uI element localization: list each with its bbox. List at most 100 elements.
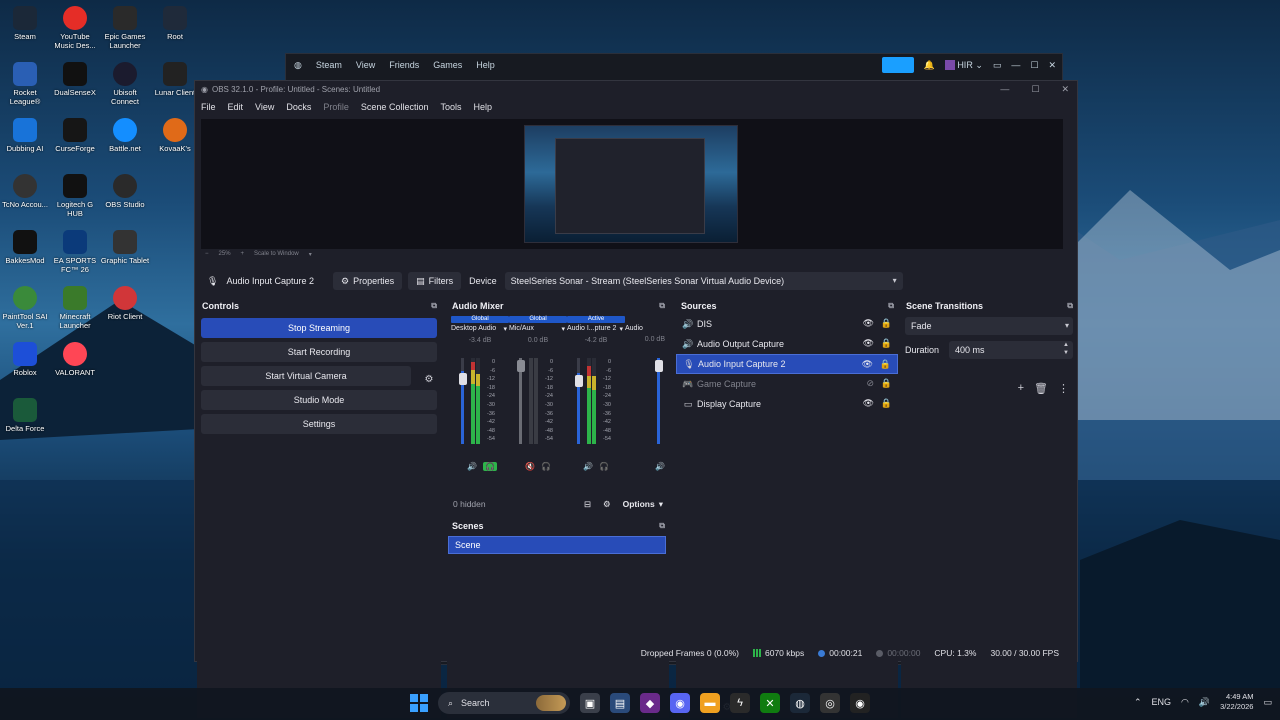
more-options-icon[interactable]: ⋮ bbox=[1058, 382, 1069, 395]
add-icon[interactable]: + bbox=[1018, 382, 1024, 395]
speaker-icon[interactable]: 🔊 bbox=[467, 462, 477, 471]
studio-mode-button[interactable]: Studio Mode bbox=[201, 390, 437, 410]
device-select[interactable]: SteelSeries Sonar - Stream (SteelSeries … bbox=[504, 272, 903, 290]
desktop-icon-dualsensex[interactable]: DualSenseX bbox=[50, 62, 100, 118]
close-icon[interactable]: ✕ bbox=[1061, 84, 1069, 95]
start-virtual-camera-button[interactable]: Start Virtual Camera bbox=[201, 366, 411, 386]
eye-icon[interactable]: 👁 bbox=[863, 398, 874, 409]
app-icon[interactable]: ◆ bbox=[640, 693, 660, 713]
filters-button[interactable]: ▤ Filters bbox=[408, 272, 462, 290]
channel-name[interactable]: Desktop Audio ▾ bbox=[451, 325, 509, 333]
menu-help[interactable]: Help bbox=[473, 102, 492, 112]
source-item-display-capture[interactable]: ▭ Display Capture 👁 🔒 bbox=[676, 394, 898, 414]
desktop-icon-rocket-league[interactable]: Rocket League® bbox=[0, 62, 50, 118]
eye-icon[interactable]: 👁 bbox=[862, 359, 873, 370]
desktop-icon-steam[interactable]: Steam bbox=[0, 6, 50, 62]
desktop-icon-curseforge[interactable]: CurseForge bbox=[50, 118, 100, 174]
source-item-game-capture[interactable]: 🎮 Game Capture ⊘ 🔒 bbox=[676, 374, 898, 394]
bell-icon[interactable]: 🔔 bbox=[924, 60, 935, 71]
chevron-down-icon[interactable]: ▾ bbox=[309, 251, 312, 258]
desktop-icon-obs-studio[interactable]: OBS Studio bbox=[100, 174, 150, 230]
options-button[interactable]: Options bbox=[623, 499, 655, 509]
minimize-icon[interactable]: — bbox=[1011, 60, 1020, 70]
notification-icon[interactable]: ▭ bbox=[1263, 697, 1272, 708]
eye-hidden-icon[interactable]: ⊘ bbox=[866, 378, 874, 389]
scene-item[interactable]: Scene bbox=[448, 536, 666, 554]
desktop-icon-root[interactable]: Root bbox=[150, 6, 200, 62]
source-item-audio-input-capture-2[interactable]: 🎙 Audio Input Capture 2 👁 🔒 bbox=[676, 354, 898, 374]
headphones-icon[interactable]: 🎧 bbox=[482, 462, 497, 471]
speaker-icon[interactable]: 🔊 bbox=[583, 462, 593, 471]
undock-icon[interactable]: ⧉ bbox=[659, 521, 665, 531]
volume-slider[interactable] bbox=[461, 358, 464, 444]
settings-button[interactable]: Settings bbox=[201, 414, 437, 434]
menu-scene-collection[interactable]: Scene Collection bbox=[361, 102, 429, 112]
desktop-icon-dubbing-ai[interactable]: Dubbing AI bbox=[0, 118, 50, 174]
source-item-dis[interactable]: 🔊 DIS 👁 🔒 bbox=[676, 314, 898, 334]
start-recording-button[interactable]: Start Recording bbox=[201, 342, 437, 362]
desktop-icon-painttool-sai[interactable]: PaintTool SAI Ver.1 bbox=[0, 286, 50, 342]
steam-menu-help[interactable]: Help bbox=[476, 60, 495, 70]
volume-knob[interactable] bbox=[517, 360, 525, 372]
desktop-icon-riot-client[interactable]: Riot Client bbox=[100, 286, 150, 342]
channel-name[interactable]: Audio bbox=[625, 325, 665, 332]
menu-docks[interactable]: Docks bbox=[286, 102, 311, 112]
lock-icon[interactable]: 🔒 bbox=[881, 398, 892, 409]
headphones-icon[interactable]: 🎧 bbox=[541, 462, 551, 471]
preview-canvas[interactable] bbox=[201, 119, 1063, 249]
channel-name[interactable]: Mic/Aux ▾ bbox=[509, 325, 567, 333]
lock-icon[interactable]: 🔒 bbox=[881, 338, 892, 349]
channel-name[interactable]: Audio I...pture 2 ▾ bbox=[567, 325, 625, 333]
chevron-up-icon[interactable]: ⌃ bbox=[1134, 697, 1142, 708]
duration-spinbox[interactable]: 400 ms ▲ ▼ bbox=[949, 341, 1073, 359]
clock[interactable]: 4:49 AM 3/22/2026 bbox=[1220, 692, 1253, 712]
volume-knob[interactable] bbox=[575, 375, 583, 387]
minimize-icon[interactable]: — bbox=[1000, 84, 1009, 95]
lock-icon[interactable]: 🔒 bbox=[881, 318, 892, 329]
desktop-icon-valorant[interactable]: VALORANT bbox=[50, 342, 100, 398]
steam-menu-view[interactable]: View bbox=[356, 60, 375, 70]
desktop-icon-logitech-ghub[interactable]: Logitech G HUB bbox=[50, 174, 100, 230]
stop-streaming-button[interactable]: Stop Streaming bbox=[201, 318, 437, 338]
taskbar-search[interactable]: ⌕ Search bbox=[438, 692, 570, 714]
undock-icon[interactable]: ⧉ bbox=[659, 301, 665, 311]
steam-user-menu[interactable]: HIR ⌄ bbox=[944, 60, 983, 71]
desktop-icon-bakkesmod[interactable]: BakkesMod bbox=[0, 230, 50, 286]
desktop-icon-delta-force[interactable]: Delta Force bbox=[0, 398, 50, 454]
lightning-icon[interactable]: ϟ bbox=[730, 693, 750, 713]
obs-icon[interactable]: ◉ bbox=[850, 693, 870, 713]
close-icon[interactable]: ✕ bbox=[1048, 60, 1056, 71]
menu-tools[interactable]: Tools bbox=[440, 102, 461, 112]
file-explorer-icon[interactable]: ▤ bbox=[610, 693, 630, 713]
folder-icon[interactable]: ▬ bbox=[700, 693, 720, 713]
desktop-icon-ea-fc[interactable]: EA SPORTS FC™ 26 bbox=[50, 230, 100, 286]
desktop-icon-epic-games[interactable]: Epic Games Launcher bbox=[100, 6, 150, 62]
lock-icon[interactable]: 🔒 bbox=[881, 378, 892, 389]
monitor-icon[interactable]: ▭ bbox=[993, 60, 1002, 71]
desktop-icon-battle-net[interactable]: Battle.net bbox=[100, 118, 150, 174]
lock-icon[interactable]: 🔒 bbox=[880, 359, 891, 370]
headphones-icon[interactable]: 🎧 bbox=[599, 462, 609, 471]
task-view-icon[interactable]: ▣ bbox=[580, 693, 600, 713]
steam-broadcast-button[interactable] bbox=[881, 57, 914, 73]
volume-icon[interactable]: 🔊 bbox=[1199, 697, 1210, 708]
undock-icon[interactable]: ⧉ bbox=[888, 301, 894, 311]
chrome-icon[interactable]: ◎ bbox=[820, 693, 840, 713]
muted-speaker-icon[interactable]: 🔇 bbox=[525, 462, 535, 471]
zoom-out-icon[interactable]: − bbox=[205, 251, 209, 257]
trash-icon[interactable]: 🗑 bbox=[1034, 382, 1048, 395]
spinner-arrows-icon[interactable]: ▲ ▼ bbox=[1063, 341, 1069, 357]
desktop-icon-graphic-tablet[interactable]: Graphic Tablet bbox=[100, 230, 150, 286]
steam-menu-steam[interactable]: Steam bbox=[316, 60, 342, 70]
steam-menu-games[interactable]: Games bbox=[433, 60, 462, 70]
desktop-icon-ubisoft-connect[interactable]: Ubisoft Connect bbox=[100, 62, 150, 118]
steam-menu-friends[interactable]: Friends bbox=[389, 60, 419, 70]
properties-button[interactable]: ⚙ Properties bbox=[333, 272, 403, 290]
undock-icon[interactable]: ⧉ bbox=[431, 301, 437, 311]
menu-view[interactable]: View bbox=[255, 102, 274, 112]
speaker-icon[interactable]: 🔊 bbox=[655, 462, 665, 471]
virtual-camera-settings-icon[interactable]: ⚙ bbox=[423, 374, 435, 386]
xbox-icon[interactable]: ✕ bbox=[760, 693, 780, 713]
wifi-icon[interactable]: ◠ bbox=[1181, 697, 1189, 708]
desktop-icon-minecraft[interactable]: Minecraft Launcher bbox=[50, 286, 100, 342]
